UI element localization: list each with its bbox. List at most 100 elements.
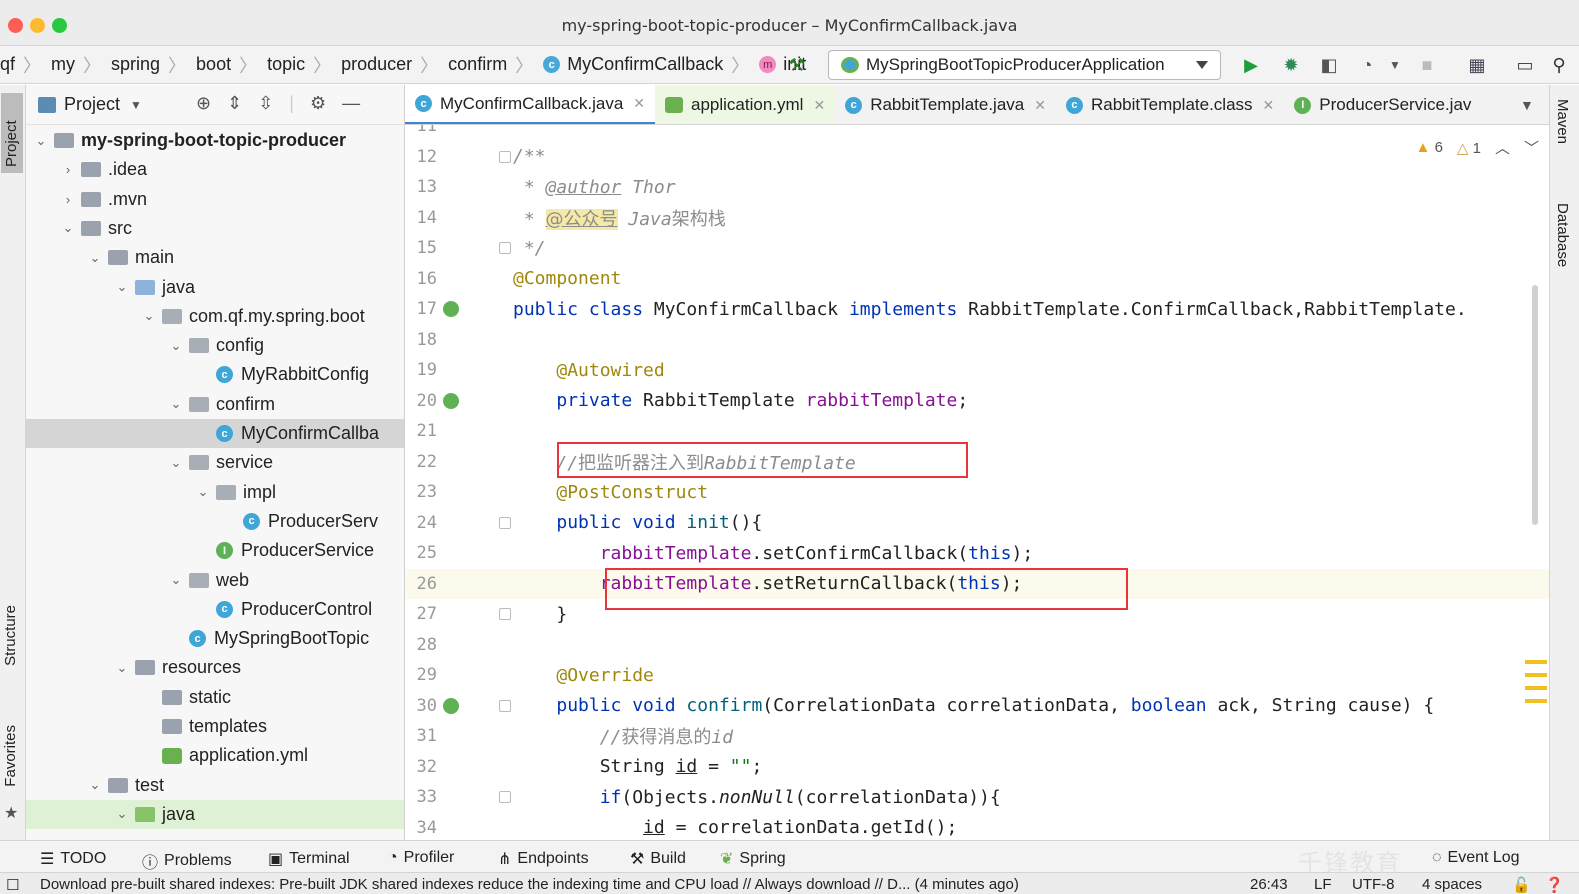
profile-icon[interactable]: ◔ xyxy=(1356,54,1378,76)
code-line[interactable]: 30 public void confirm(CorrelationData c… xyxy=(405,691,1549,722)
tree-item[interactable]: ⌄ web xyxy=(26,566,404,595)
tree-item[interactable]: I ProducerService xyxy=(26,536,404,565)
profiler-tool-button[interactable]: ◔ Profiler xyxy=(388,849,454,867)
code-line[interactable]: 16 @Component xyxy=(405,264,1549,295)
chevron-down-icon[interactable]: ⌄ xyxy=(115,660,129,676)
collapse-all-icon[interactable]: ⇳ xyxy=(258,93,273,114)
code-line[interactable]: 13 * @author Thor xyxy=(405,172,1549,203)
code-line[interactable]: 14 * @公众号 Java架构栈 xyxy=(405,203,1549,234)
debug-icon[interactable]: ✹ xyxy=(1280,54,1302,76)
todo-tool-button[interactable]: ☰ TODO xyxy=(40,849,106,869)
fold-icon[interactable] xyxy=(499,791,511,804)
stop-icon[interactable]: ■ xyxy=(1416,54,1438,76)
close-tab-icon[interactable]: ✕ xyxy=(633,95,645,112)
gear-icon[interactable]: ⚙ xyxy=(310,93,326,114)
chevron-down-icon[interactable]: ⌄ xyxy=(115,279,129,295)
tree-item[interactable]: › .mvn xyxy=(26,185,404,214)
chevron-down-icon[interactable]: ⌄ xyxy=(88,777,102,793)
project-structure-icon[interactable]: ▦ xyxy=(1466,54,1488,76)
status-message[interactable]: Download pre-built shared indexes: Pre-b… xyxy=(40,876,1019,893)
code-line[interactable]: 34 id = correlationData.getId(); xyxy=(405,813,1549,841)
locate-icon[interactable]: ⊕ xyxy=(196,93,211,114)
error-stripe-marker[interactable] xyxy=(1525,699,1547,703)
chevron-right-icon[interactable]: › xyxy=(61,162,75,177)
code-line[interactable]: 28 xyxy=(405,630,1549,661)
tree-item[interactable]: ⌄ confirm xyxy=(26,390,404,419)
fold-icon[interactable] xyxy=(499,608,511,621)
favorites-tool-tab[interactable]: Favorites xyxy=(2,725,19,787)
tab-list-chevron-icon[interactable]: ▼ xyxy=(1520,97,1534,113)
editor-tab[interactable]: c RabbitTemplate.java ✕ xyxy=(835,85,1056,124)
breadcrumb-item[interactable]: boot xyxy=(196,54,231,75)
code-line[interactable]: 29 @Override xyxy=(405,660,1549,691)
next-problem-icon[interactable]: ﹀ xyxy=(1524,137,1539,158)
line-separator[interactable]: LF xyxy=(1314,876,1332,893)
tree-item[interactable]: ⌄ test xyxy=(26,771,404,800)
indent-setting[interactable]: 4 spaces xyxy=(1422,876,1482,893)
chevron-down-icon[interactable]: ⌄ xyxy=(61,220,75,236)
chevron-down-icon[interactable]: ⌄ xyxy=(142,308,156,324)
chevron-down-icon[interactable]: ⌄ xyxy=(169,338,183,354)
more-run-options-icon[interactable]: ▼ xyxy=(1384,54,1406,76)
lock-icon[interactable]: 🔓 xyxy=(1512,876,1531,894)
chevron-down-icon[interactable]: ⌄ xyxy=(88,250,102,266)
breadcrumb-item[interactable]: spring xyxy=(111,54,160,75)
editor-tab[interactable]: application.yml ✕ xyxy=(655,85,836,124)
project-panel-title[interactable]: Project xyxy=(64,94,120,115)
help-icon[interactable]: ❓ xyxy=(1545,876,1564,894)
editor-scrollbar[interactable] xyxy=(1532,285,1538,525)
close-tab-icon[interactable]: ✕ xyxy=(813,97,825,114)
editor-tab[interactable]: c MyConfirmCallback.java ✕ xyxy=(405,85,656,124)
error-stripe-marker[interactable] xyxy=(1525,686,1547,690)
breadcrumb-item[interactable]: qf xyxy=(0,54,15,75)
chevron-down-icon[interactable]: ⌄ xyxy=(169,396,183,412)
tree-item[interactable]: ⌄ java xyxy=(26,273,404,302)
tree-item[interactable]: c MySpringBootTopic xyxy=(26,624,404,653)
gutter-implements-icon[interactable] xyxy=(443,301,459,318)
close-tab-icon[interactable]: ✕ xyxy=(1034,97,1046,114)
breadcrumb-item[interactable]: my xyxy=(51,54,75,75)
tree-item[interactable]: templates xyxy=(26,712,404,741)
code-line[interactable]: 12 /** xyxy=(405,142,1549,173)
tree-item[interactable]: c ProducerControl xyxy=(26,595,404,624)
chevron-down-icon[interactable]: ⌄ xyxy=(34,133,48,149)
tree-item[interactable]: ⌄ src xyxy=(26,214,404,243)
tree-item[interactable]: ⌄ main xyxy=(26,243,404,272)
editor-tab[interactable]: c RabbitTemplate.class ✕ xyxy=(1056,85,1284,124)
spring-tool-button[interactable]: ❦ Spring xyxy=(720,849,786,869)
code-line[interactable]: 15 */ xyxy=(405,233,1549,264)
chevron-down-icon[interactable]: ⌄ xyxy=(196,484,210,500)
structure-tool-tab[interactable]: Structure xyxy=(2,605,19,666)
close-tab-icon[interactable]: ✕ xyxy=(1263,97,1275,114)
tree-item[interactable]: › .idea xyxy=(26,155,404,184)
fold-icon[interactable] xyxy=(499,150,511,163)
hide-icon[interactable]: — xyxy=(342,93,360,114)
chevron-right-icon[interactable]: › xyxy=(61,192,75,207)
code-line[interactable]: 24 public void init(){ xyxy=(405,508,1549,539)
code-line[interactable]: 19 @Autowired xyxy=(405,355,1549,386)
project-tool-tab[interactable]: Project xyxy=(1,93,23,173)
fold-icon[interactable] xyxy=(499,516,511,529)
breadcrumb-item[interactable]: c MyConfirmCallback xyxy=(543,54,723,75)
tree-item[interactable]: ⌄ my-spring-boot-topic-producer xyxy=(26,126,404,155)
tree-item[interactable]: c MyRabbitConfig xyxy=(26,360,404,389)
tree-item[interactable]: c MyConfirmCallba xyxy=(26,419,404,448)
run-configuration-select[interactable]: MySpringBootTopicProducerApplication xyxy=(828,50,1221,80)
code-line[interactable]: 18 xyxy=(405,325,1549,356)
tree-item[interactable]: c ProducerServ xyxy=(26,507,404,536)
layout-icon[interactable]: ▭ xyxy=(1514,54,1536,76)
search-icon[interactable]: ⚲ xyxy=(1548,54,1570,76)
breadcrumb-item[interactable]: topic xyxy=(267,54,305,75)
tree-item[interactable]: application.yml xyxy=(26,741,404,770)
tree-item[interactable]: ⌄ config xyxy=(26,331,404,360)
fold-icon[interactable] xyxy=(499,242,511,255)
breadcrumb-item[interactable]: producer xyxy=(341,54,412,75)
event-log-tool-button[interactable]: ◌ Event Log xyxy=(1432,849,1520,867)
endpoints-tool-button[interactable]: ⋔ Endpoints xyxy=(498,849,589,869)
chevron-down-icon[interactable]: ▼ xyxy=(130,98,142,112)
code-line[interactable]: 25 rabbitTemplate.setConfirmCallback(thi… xyxy=(405,538,1549,569)
code-line[interactable]: 32 String id = ""; xyxy=(405,752,1549,783)
code-line[interactable]: 33 if(Objects.nonNull(correlationData)){ xyxy=(405,782,1549,813)
terminal-tool-button[interactable]: ▣ Terminal xyxy=(268,849,350,869)
tree-item[interactable]: ⌄ impl xyxy=(26,478,404,507)
